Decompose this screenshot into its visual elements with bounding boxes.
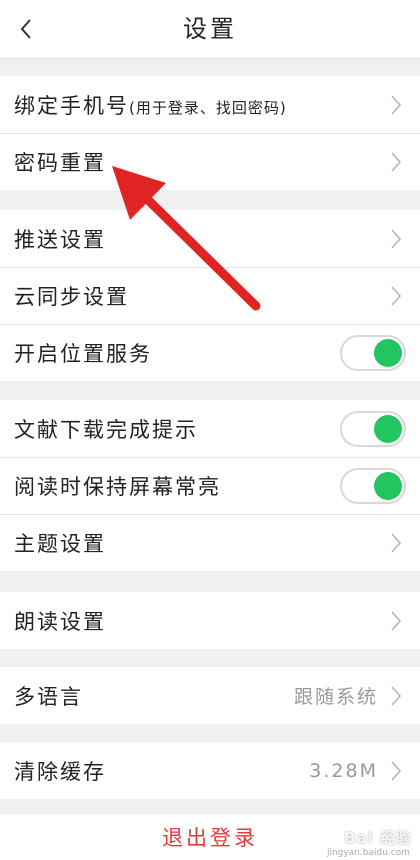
push-settings-label: 推送设置: [14, 227, 106, 252]
download-notify-label: 文献下载完成提示: [14, 417, 198, 442]
location-service-row: 开启位置服务: [0, 324, 420, 381]
password-reset-label: 密码重置: [14, 150, 106, 175]
password-reset-row[interactable]: 密码重置: [0, 133, 420, 190]
theme-row[interactable]: 主题设置: [0, 514, 420, 571]
top-bar: 设置: [0, 0, 420, 59]
download-notify-row: 文献下载完成提示: [0, 400, 420, 457]
screen-awake-row: 阅读时保持屏幕常亮: [0, 457, 420, 514]
clear-cache-row[interactable]: 清除缓存 3.28M: [0, 742, 420, 799]
language-value: 跟随系统: [293, 686, 378, 708]
theme-label: 主题设置: [14, 531, 106, 556]
chevron-right-icon: [388, 150, 404, 174]
general-group: 推送设置 云同步设置 开启位置服务: [0, 210, 420, 381]
cache-group: 清除缓存 3.28M: [0, 742, 420, 799]
push-settings-row[interactable]: 推送设置: [0, 210, 420, 267]
language-row[interactable]: 多语言 跟随系统: [0, 667, 420, 724]
logout-label: 退出登录: [162, 826, 258, 850]
chevron-right-icon: [388, 93, 404, 117]
cloud-sync-label: 云同步设置: [14, 284, 129, 309]
bind-phone-hint: (用于登录、找回密码): [129, 98, 287, 117]
chevron-right-icon: [388, 609, 404, 633]
screen-awake-toggle[interactable]: [340, 467, 406, 504]
toggle-knob: [374, 338, 402, 367]
chevron-right-icon: [388, 227, 404, 251]
location-service-label: 开启位置服务: [14, 341, 152, 366]
account-group: 绑定手机号(用于登录、找回密码) 密码重置: [0, 76, 420, 190]
chevron-right-icon: [388, 531, 404, 555]
watermark-url: jingyan.baidu.com: [326, 848, 410, 858]
chevron-right-icon: [388, 684, 404, 708]
download-notify-toggle[interactable]: [340, 410, 406, 447]
bind-phone-row[interactable]: 绑定手机号(用于登录、找回密码): [0, 76, 420, 133]
screen-awake-label: 阅读时保持屏幕常亮: [14, 474, 221, 499]
chevron-right-icon: [388, 759, 404, 783]
chevron-right-icon: [388, 284, 404, 308]
read-aloud-label: 朗读设置: [14, 609, 106, 634]
read-aloud-group: 朗读设置: [0, 592, 420, 649]
language-label: 多语言: [14, 684, 83, 709]
cloud-sync-row[interactable]: 云同步设置: [0, 267, 420, 324]
language-group: 多语言 跟随系统: [0, 667, 420, 724]
reading-group: 文献下载完成提示 阅读时保持屏幕常亮 主题设置: [0, 400, 420, 571]
toggle-knob: [374, 471, 402, 500]
read-aloud-row[interactable]: 朗读设置: [0, 592, 420, 649]
location-service-toggle[interactable]: [340, 334, 406, 371]
bind-phone-label: 绑定手机号(用于登录、找回密码): [14, 93, 287, 118]
cache-size-value: 3.28M: [309, 759, 378, 782]
watermark: Bai 经验: [344, 829, 412, 847]
clear-cache-label: 清除缓存: [14, 759, 106, 784]
page-title: 设置: [183, 15, 237, 43]
toggle-knob: [374, 414, 402, 443]
